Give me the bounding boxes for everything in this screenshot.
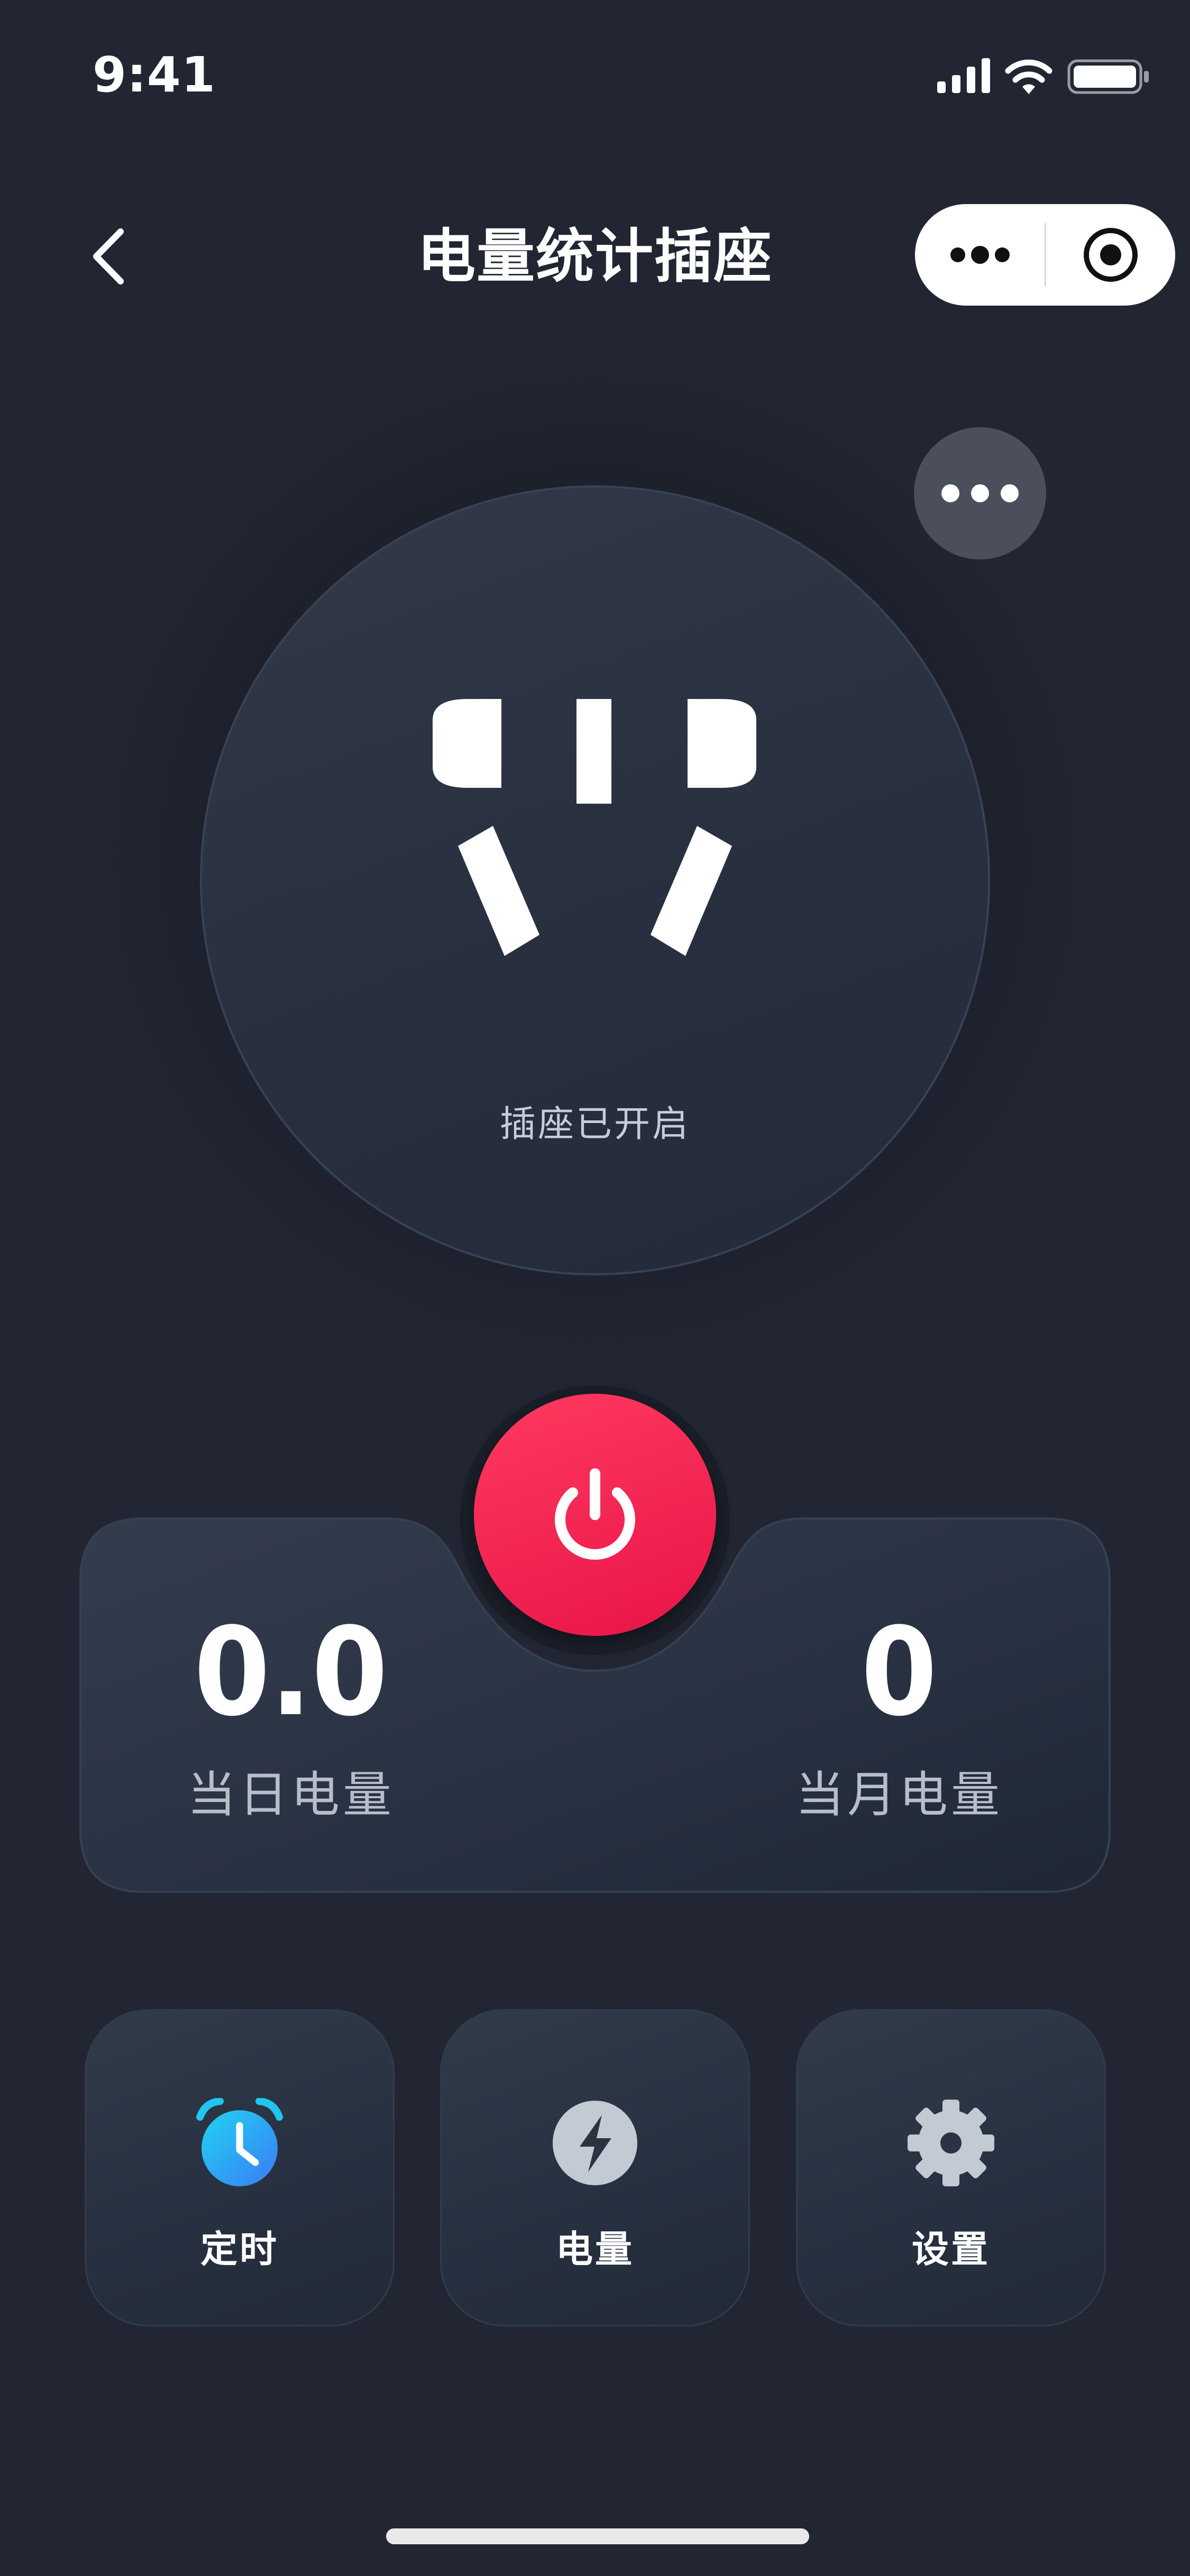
back-button[interactable] [79, 222, 138, 291]
daily-energy-label: 当日电量 [187, 1767, 395, 1823]
battery-icon [1067, 59, 1149, 94]
settings-label: 设置 [912, 2228, 990, 2271]
more-dots-icon [950, 246, 1010, 264]
capsule-more-button[interactable] [915, 204, 1045, 306]
socket-outlet-icon[interactable] [423, 687, 767, 983]
status-time: 9:41 [93, 47, 216, 103]
page-title: 电量统计插座 [417, 223, 773, 290]
gear-icon [908, 2100, 994, 2186]
mini-program-capsule [915, 204, 1175, 306]
more-dots-icon [941, 484, 1019, 502]
target-circle-icon [1084, 228, 1138, 282]
timer-label: 定时 [200, 2228, 279, 2271]
energy-label: 电量 [556, 2228, 634, 2271]
lightning-icon [553, 2101, 637, 2185]
monthly-energy-label: 当月电量 [795, 1767, 1003, 1823]
monthly-energy-value: 0 [861, 1602, 937, 1743]
more-options-button[interactable] [914, 427, 1046, 559]
settings-tile[interactable]: 设置 [796, 2009, 1106, 2326]
daily-energy-value: 0.0 [194, 1602, 388, 1743]
power-icon [555, 1468, 635, 1560]
energy-tile[interactable]: 电量 [440, 2009, 750, 2326]
socket-status-text: 插座已开启 [499, 1103, 690, 1145]
home-indicator[interactable] [386, 2528, 809, 2544]
power-toggle-button[interactable] [474, 1394, 716, 1636]
chevron-left-icon [93, 228, 124, 284]
cellular-signal-icon [937, 58, 990, 93]
alarm-clock-icon [196, 2098, 283, 2186]
timer-tile[interactable]: 定时 [85, 2009, 395, 2326]
capsule-close-button[interactable] [1046, 204, 1175, 306]
wifi-icon [1005, 59, 1052, 94]
